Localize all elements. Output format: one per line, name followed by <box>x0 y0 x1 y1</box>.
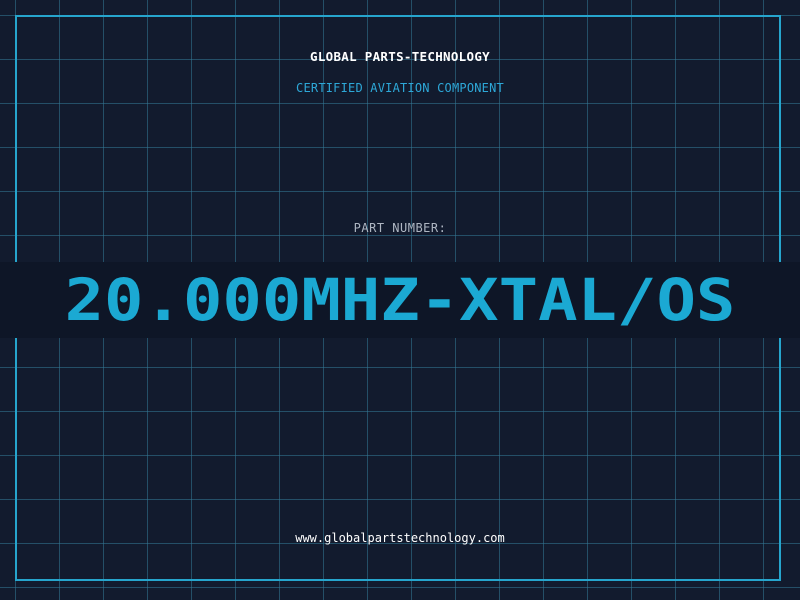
part-number-value: 20.000MHZ-XTAL/OS <box>64 266 736 334</box>
part-card: GLOBAL PARTS-TECHNOLOGY CERTIFIED AVIATI… <box>0 0 800 600</box>
certification-subtitle: CERTIFIED AVIATION COMPONENT <box>296 81 504 95</box>
part-number-label: PART NUMBER: <box>353 221 447 235</box>
company-name: GLOBAL PARTS-TECHNOLOGY <box>310 49 490 64</box>
website-url: www.globalpartstechnology.com <box>295 531 505 545</box>
